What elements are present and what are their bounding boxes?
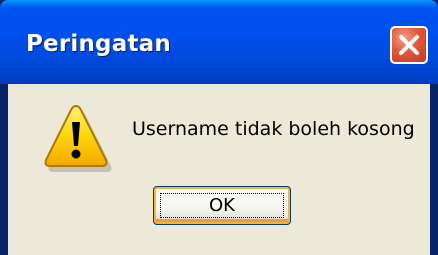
dialog-message: Username tidak boleh kosong	[132, 118, 415, 140]
ok-button[interactable]: OK	[153, 186, 291, 225]
dialog-body: Username tidak boleh kosong OK	[8, 84, 430, 255]
title-bar[interactable]: Peringatan	[0, 0, 438, 84]
dialog-title: Peringatan	[26, 31, 171, 57]
ok-button-label: OK	[209, 194, 235, 216]
close-button[interactable]	[390, 26, 428, 64]
warning-icon	[38, 100, 114, 176]
dialog-window: Peringatan Username tidak boleh kosong O…	[0, 0, 438, 255]
close-icon	[399, 35, 419, 55]
